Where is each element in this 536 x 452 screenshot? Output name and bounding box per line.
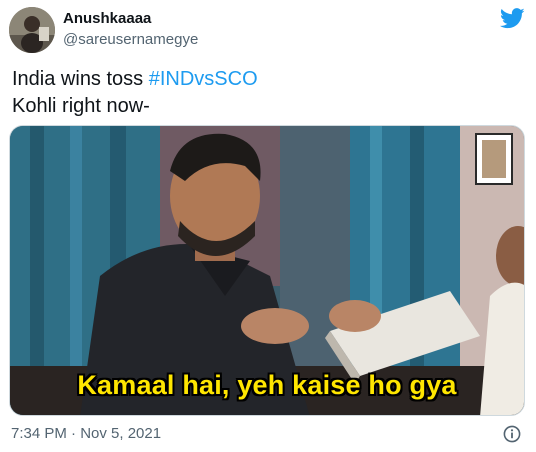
avatar[interactable] — [9, 7, 55, 53]
tweet-line-2: Kohli right now- — [12, 95, 150, 117]
tweet-text: India wins toss #INDvsSCO Kohli right no… — [12, 66, 258, 120]
tweet-card: Anushkaaaa @sareusernamegye India wins t… — [0, 0, 536, 452]
meme-subtitle: Kamaal hai, yeh kaise ho gya — [77, 370, 457, 400]
media-image[interactable]: Kamaal hai, yeh kaise ho gya — [9, 125, 525, 416]
tweet-timestamp[interactable]: 7:34 PM · Nov 5, 2021 — [11, 425, 161, 442]
author-name[interactable]: Anushkaaaa — [63, 10, 151, 27]
tweet-line-1: India wins toss #INDvsSCO — [12, 66, 258, 93]
info-icon[interactable] — [503, 425, 521, 443]
hashtag-link[interactable]: #INDvsSCO — [149, 68, 258, 90]
author-handle[interactable]: @sareusernamegye — [63, 31, 198, 48]
tweet-text-prefix: India wins toss — [12, 68, 149, 90]
twitter-bird-icon[interactable] — [500, 8, 525, 29]
